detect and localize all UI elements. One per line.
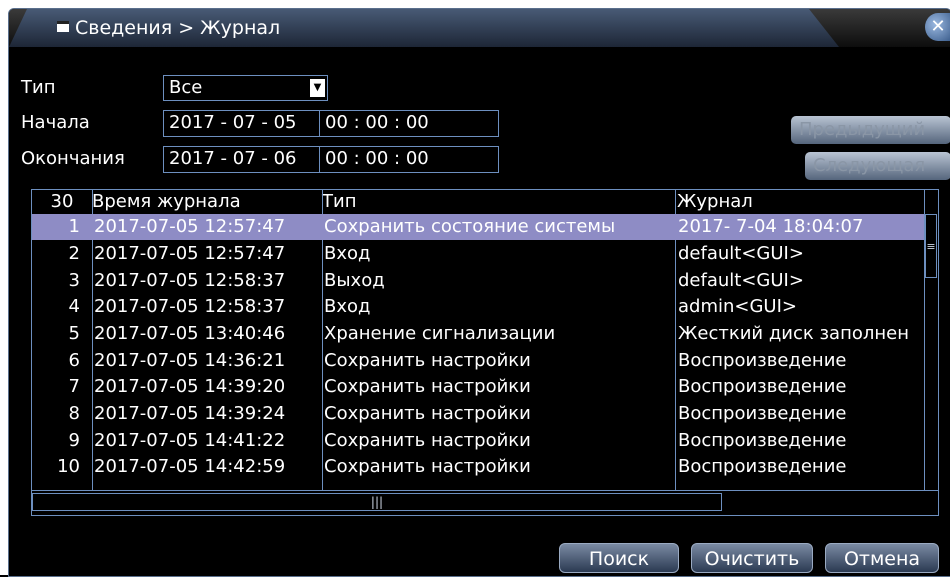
horizontal-scrollbar[interactable]: |||: [32, 490, 938, 515]
table-row[interactable]: 10 2017-07-05 14:42:59 Сохранить настрой…: [32, 454, 927, 480]
row-number: 3: [68, 270, 80, 291]
row-log: Воспроизведение: [678, 376, 847, 397]
table-header: 30 Время журнала Тип Журнал: [32, 190, 927, 214]
row-time: 2017-07-05 14:36:21: [94, 350, 286, 371]
table-row[interactable]: 9 2017-07-05 14:41:22 Сохранить настройк…: [32, 428, 927, 454]
row-time: 2017-07-05 14:39:20: [94, 376, 286, 397]
row-type: Сохранить настройки: [324, 430, 531, 451]
table-row[interactable]: 6 2017-07-05 14:36:21 Сохранить настройк…: [32, 348, 927, 374]
type-select[interactable]: Все ▼: [163, 75, 328, 101]
start-label: Начала: [21, 112, 90, 133]
table-row[interactable]: 2 2017-07-05 12:57:47 Вход default<GUI>: [32, 241, 927, 267]
end-date-field[interactable]: 2017 - 07 - 06: [163, 146, 320, 173]
row-time: 2017-07-05 12:58:37: [94, 270, 286, 291]
row-number: 4: [68, 296, 80, 317]
start-time-field[interactable]: 00 : 00 : 00: [319, 110, 499, 137]
row-time: 2017-07-05 12:57:47: [94, 243, 286, 264]
row-number: 6: [68, 350, 80, 371]
type-label: Тип: [21, 77, 56, 98]
row-type: Вход: [324, 243, 371, 264]
window-icon: [57, 21, 69, 32]
row-log: Воспроизведение: [678, 350, 847, 371]
row-number: 8: [68, 403, 80, 424]
table-row[interactable]: 4 2017-07-05 12:58:37 Вход admin<GUI>: [32, 294, 927, 320]
row-number: 2: [68, 243, 80, 264]
row-count: 30: [50, 191, 74, 212]
row-log: default<GUI>: [678, 270, 804, 291]
log-table: 30 Время журнала Тип Журнал 1 2017-07-05…: [31, 189, 939, 516]
row-log: admin<GUI>: [678, 296, 797, 317]
vertical-scrollbar[interactable]: ≡: [924, 190, 938, 490]
end-label: Окончания: [21, 148, 125, 169]
row-time: 2017-07-05 12:58:37: [94, 296, 286, 317]
log-window: Сведения > Журнал ✕ Тип Все ▼ Начала 201…: [8, 8, 950, 577]
chevron-down-icon: ▼: [310, 79, 325, 97]
vertical-scroll-thumb[interactable]: ≡: [925, 214, 937, 278]
close-icon: ✕: [930, 16, 946, 37]
table-row[interactable]: 1 2017-07-05 12:57:47 Сохранить состояни…: [32, 214, 927, 240]
start-date-field[interactable]: 2017 - 07 - 05: [163, 110, 320, 137]
previous-button[interactable]: Предыдущий: [791, 116, 950, 144]
row-log: Воспроизведение: [678, 456, 847, 477]
table-row[interactable]: 8 2017-07-05 14:39:24 Сохранить настройк…: [32, 401, 927, 427]
row-time: 2017-07-05 13:40:46: [94, 323, 286, 344]
title-bar: Сведения > Журнал ✕: [9, 9, 950, 47]
row-time: 2017-07-05 14:41:22: [94, 430, 286, 451]
row-type: Сохранить настройки: [324, 376, 531, 397]
row-type: Сохранить настройки: [324, 456, 531, 477]
column-header-type[interactable]: Тип: [322, 190, 356, 214]
row-number: 7: [68, 376, 80, 397]
row-log: Жесткий диск заполнен: [678, 323, 909, 344]
row-number: 10: [57, 456, 80, 477]
row-number: 9: [68, 430, 80, 451]
cancel-button[interactable]: Отмена: [825, 543, 939, 573]
row-time: 2017-07-05 12:57:47: [94, 216, 286, 237]
row-log: Воспроизведение: [678, 430, 847, 451]
search-button[interactable]: Поиск: [559, 543, 679, 573]
clear-button[interactable]: Очистить: [691, 543, 813, 573]
row-number: 5: [68, 323, 80, 344]
row-type: Сохранить состояние системы: [324, 216, 616, 237]
row-type: Хранение сигнализации: [324, 323, 556, 344]
table-row[interactable]: 5 2017-07-05 13:40:46 Хранение сигнализа…: [32, 321, 927, 347]
column-header-time[interactable]: Время журнала: [92, 190, 241, 214]
row-log: default<GUI>: [678, 243, 804, 264]
table-row[interactable]: 3 2017-07-05 12:58:37 Выход default<GUI>: [32, 268, 927, 294]
row-time: 2017-07-05 14:42:59: [94, 456, 286, 477]
horizontal-scroll-thumb[interactable]: |||: [32, 493, 722, 511]
content-area: Тип Все ▼ Начала 2017 - 07 - 05 00 : 00 …: [9, 47, 950, 576]
next-button[interactable]: Следующая: [805, 152, 950, 180]
row-time: 2017-07-05 14:39:24: [94, 403, 286, 424]
row-type: Сохранить настройки: [324, 350, 531, 371]
table-row[interactable]: 7 2017-07-05 14:39:20 Сохранить настройк…: [32, 374, 927, 400]
close-button[interactable]: ✕: [925, 13, 950, 41]
column-header-log[interactable]: Журнал: [677, 190, 753, 214]
end-time-field[interactable]: 00 : 00 : 00: [319, 146, 499, 173]
row-type: Сохранить настройки: [324, 403, 531, 424]
row-log: Воспроизведение: [678, 403, 847, 424]
row-type: Выход: [324, 270, 385, 291]
window-title: Сведения > Журнал: [75, 17, 281, 39]
type-select-value: Все: [169, 77, 203, 98]
row-number: 1: [68, 216, 80, 237]
row-type: Вход: [324, 296, 371, 317]
row-log: 2017- 7-04 18:04:07: [678, 216, 864, 237]
